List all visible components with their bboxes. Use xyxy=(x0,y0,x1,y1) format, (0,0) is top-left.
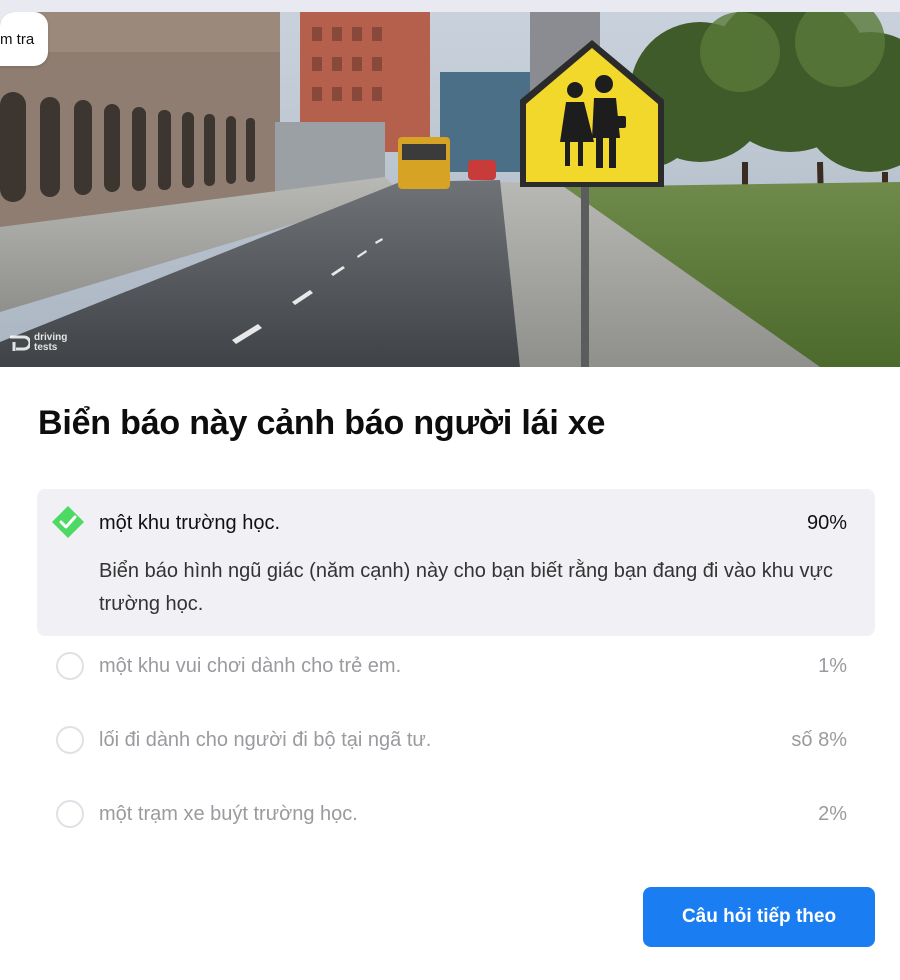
answer-list: một khu trường học. 90% Biển báo hình ng… xyxy=(37,489,875,858)
answer-label: một khu trường học. xyxy=(99,512,281,534)
answer-percent: 2% xyxy=(818,803,847,825)
answer-explanation: Biển báo hình ngũ giác (năm cạnh) này ch… xyxy=(99,560,833,615)
answer-label: lối đi dành cho người đi bộ tại ngã tư. xyxy=(99,729,432,751)
correct-check-icon xyxy=(51,505,85,539)
quiz-card: m tra driving tests Biển báo này cảnh bá… xyxy=(0,12,900,980)
question-text: Biển báo này cảnh báo người lái xe xyxy=(38,404,606,442)
next-question-button[interactable]: Câu hỏi tiếp theo xyxy=(643,887,875,947)
check-mode-button[interactable]: m tra xyxy=(0,12,49,66)
radio-circle-icon xyxy=(56,652,84,680)
answer-option-4[interactable]: một trạm xe buýt trường học. 2% xyxy=(37,784,875,858)
answer-percent: số 8% xyxy=(791,729,847,751)
radio-circle-icon xyxy=(56,726,84,754)
radio-circle-icon xyxy=(56,800,84,828)
driving-tests-watermark: driving tests xyxy=(8,333,67,353)
watermark-line2: tests xyxy=(34,342,58,353)
answer-label: một khu vui chơi dành cho trẻ em. xyxy=(99,655,402,677)
answer-option-2[interactable]: một khu vui chơi dành cho trẻ em. 1% xyxy=(37,636,875,710)
question-image: m tra driving tests xyxy=(0,12,900,367)
answer-option-3[interactable]: lối đi dành cho người đi bộ tại ngã tư. … xyxy=(37,710,875,784)
answer-percent: 1% xyxy=(818,655,847,677)
check-mode-label: m tra xyxy=(0,30,35,48)
answer-label: một trạm xe buýt trường học. xyxy=(99,803,358,825)
answer-option-1[interactable]: một khu trường học. 90% Biển báo hình ng… xyxy=(37,489,875,636)
logo-icon xyxy=(8,333,30,353)
answer-percent: 90% xyxy=(806,512,847,534)
